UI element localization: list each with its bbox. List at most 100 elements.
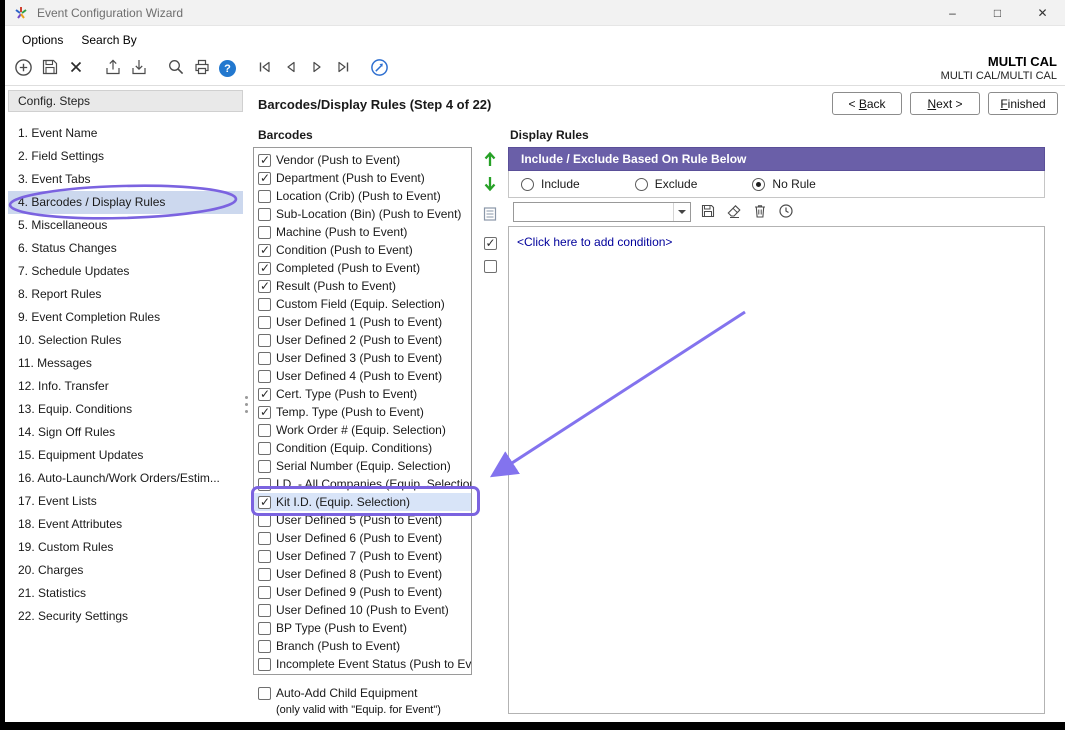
- barcode-row[interactable]: User Defined 8 (Push to Event): [254, 565, 471, 583]
- sidebar-item[interactable]: 22. Security Settings: [8, 605, 243, 628]
- barcode-checkbox[interactable]: [258, 604, 271, 617]
- sidebar-item[interactable]: 8. Report Rules: [8, 283, 243, 306]
- barcode-row[interactable]: Branch (Push to Event): [254, 637, 471, 655]
- sidebar-item[interactable]: 20. Charges: [8, 559, 243, 582]
- add-condition-link[interactable]: <Click here to add condition>: [517, 235, 672, 249]
- barcode-checkbox[interactable]: [258, 514, 271, 527]
- barcode-checkbox[interactable]: [258, 550, 271, 563]
- barcode-row[interactable]: User Defined 7 (Push to Event): [254, 547, 471, 565]
- barcode-checkbox[interactable]: [258, 640, 271, 653]
- barcode-row[interactable]: Condition (Push to Event): [254, 241, 471, 259]
- clear-rule-button[interactable]: [725, 203, 743, 221]
- barcode-row[interactable]: User Defined 5 (Push to Event): [254, 511, 471, 529]
- barcode-checkbox[interactable]: [258, 622, 271, 635]
- sidebar-item[interactable]: 15. Equipment Updates: [8, 444, 243, 467]
- print-button[interactable]: [189, 56, 214, 81]
- search-button[interactable]: [163, 56, 188, 81]
- barcode-row[interactable]: Completed (Push to Event): [254, 259, 471, 277]
- barcode-row[interactable]: Temp. Type (Push to Event): [254, 403, 471, 421]
- barcode-row[interactable]: Serial Number (Equip. Selection): [254, 457, 471, 475]
- barcode-checkbox[interactable]: [258, 190, 271, 203]
- barcode-row[interactable]: Condition (Equip. Conditions): [254, 439, 471, 457]
- barcode-checkbox[interactable]: [258, 424, 271, 437]
- barcode-checkbox[interactable]: [258, 172, 271, 185]
- sidebar-item[interactable]: 10. Selection Rules: [8, 329, 243, 352]
- move-down-button[interactable]: [482, 175, 498, 196]
- barcode-row[interactable]: Custom Field (Equip. Selection): [254, 295, 471, 313]
- sidebar-item[interactable]: 18. Event Attributes: [8, 513, 243, 536]
- barcode-row[interactable]: Department (Push to Event): [254, 169, 471, 187]
- barcode-checkbox[interactable]: [258, 658, 271, 671]
- barcode-checkbox[interactable]: [258, 370, 271, 383]
- barcode-row[interactable]: Cert. Type (Push to Event): [254, 385, 471, 403]
- sidebar-item[interactable]: 3. Event Tabs: [8, 168, 243, 191]
- barcode-checkbox[interactable]: [258, 532, 271, 545]
- barcode-checkbox[interactable]: [258, 208, 271, 221]
- barcode-row[interactable]: Machine (Push to Event): [254, 223, 471, 241]
- chevron-down-icon[interactable]: [673, 203, 690, 221]
- barcode-row[interactable]: User Defined 3 (Push to Event): [254, 349, 471, 367]
- go-previous-button[interactable]: [278, 56, 303, 81]
- import-button[interactable]: [126, 56, 151, 81]
- barcode-checkbox[interactable]: [258, 586, 271, 599]
- auto-add-checkbox[interactable]: [258, 687, 271, 700]
- barcode-checkbox[interactable]: [258, 478, 271, 491]
- next-button[interactable]: Next >: [910, 92, 980, 115]
- sidebar-item[interactable]: 12. Info. Transfer: [8, 375, 243, 398]
- sidebar-item[interactable]: 5. Miscellaneous: [8, 214, 243, 237]
- delete-rule-button[interactable]: [751, 203, 769, 221]
- barcode-row[interactable]: Kit I.D. (Equip. Selection): [254, 493, 471, 511]
- barcode-checkbox[interactable]: [258, 226, 271, 239]
- go-first-button[interactable]: [252, 56, 277, 81]
- details-button[interactable]: [482, 206, 498, 225]
- sidebar-item[interactable]: 11. Messages: [8, 352, 243, 375]
- rule-radio[interactable]: No Rule: [752, 177, 815, 191]
- barcode-checkbox[interactable]: [258, 262, 271, 275]
- help-button[interactable]: [215, 56, 240, 81]
- splitter-handle[interactable]: [245, 396, 248, 413]
- add-button[interactable]: [11, 56, 36, 81]
- navigate-button[interactable]: [367, 56, 392, 81]
- barcode-row[interactable]: User Defined 1 (Push to Event): [254, 313, 471, 331]
- sidebar-item[interactable]: 4. Barcodes / Display Rules: [8, 191, 243, 214]
- barcode-row[interactable]: Vendor (Push to Event): [254, 151, 471, 169]
- barcode-checkbox[interactable]: [258, 442, 271, 455]
- barcode-checkbox[interactable]: [258, 352, 271, 365]
- barcode-checkbox[interactable]: [258, 154, 271, 167]
- barcode-checkbox[interactable]: [258, 280, 271, 293]
- barcode-row[interactable]: User Defined 10 (Push to Event): [254, 601, 471, 619]
- barcode-row[interactable]: BP Type (Push to Event): [254, 619, 471, 637]
- close-button[interactable]: ✕: [1020, 0, 1065, 25]
- menu-options[interactable]: Options: [13, 30, 72, 50]
- barcode-row[interactable]: Incomplete Event Status (Push to Even: [254, 655, 471, 673]
- sidebar-item[interactable]: 9. Event Completion Rules: [8, 306, 243, 329]
- save-rule-button[interactable]: [699, 203, 717, 221]
- sidebar-item[interactable]: 1. Event Name: [8, 122, 243, 145]
- move-up-button[interactable]: [482, 150, 498, 171]
- barcode-row[interactable]: User Defined 6 (Push to Event): [254, 529, 471, 547]
- sidebar-item[interactable]: 17. Event Lists: [8, 490, 243, 513]
- barcode-row[interactable]: Location (Crib) (Push to Event): [254, 187, 471, 205]
- barcode-checkbox[interactable]: [258, 568, 271, 581]
- finished-button[interactable]: Finished: [988, 92, 1058, 115]
- barcode-row[interactable]: I.D. - All Companies (Equip. Selection): [254, 475, 471, 493]
- barcode-row[interactable]: User Defined 4 (Push to Event): [254, 367, 471, 385]
- barcode-checkbox[interactable]: [258, 334, 271, 347]
- sidebar-item[interactable]: 7. Schedule Updates: [8, 260, 243, 283]
- barcode-checkbox[interactable]: [258, 244, 271, 257]
- barcode-row[interactable]: Result (Push to Event): [254, 277, 471, 295]
- rule-radio[interactable]: Include: [521, 177, 580, 191]
- minimize-button[interactable]: –: [930, 0, 975, 25]
- sidebar-item[interactable]: 6. Status Changes: [8, 237, 243, 260]
- go-last-button[interactable]: [330, 56, 355, 81]
- barcode-checkbox[interactable]: [258, 298, 271, 311]
- sidebar-item[interactable]: 14. Sign Off Rules: [8, 421, 243, 444]
- barcode-row[interactable]: User Defined 9 (Push to Event): [254, 583, 471, 601]
- barcode-row[interactable]: Sub-Location (Bin) (Push to Event): [254, 205, 471, 223]
- check-all-button[interactable]: [484, 237, 497, 250]
- history-button[interactable]: [777, 203, 795, 221]
- export-button[interactable]: [100, 56, 125, 81]
- delete-button[interactable]: [63, 56, 88, 81]
- sidebar-item[interactable]: 2. Field Settings: [8, 145, 243, 168]
- barcode-checkbox[interactable]: [258, 460, 271, 473]
